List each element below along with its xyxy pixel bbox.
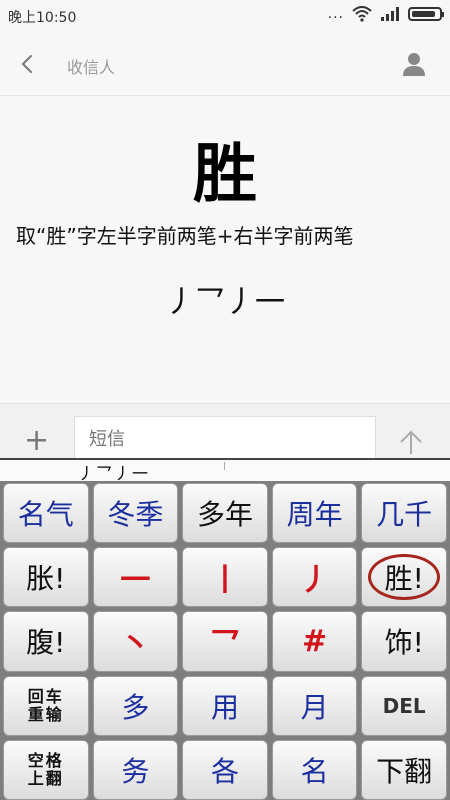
- key-10[interactable]: 腹!: [3, 611, 89, 672]
- key-label: 一: [120, 563, 151, 599]
- message-area: 胜 取“胜”字左半字前两笔+右半字前两笔 丿乛丿一: [0, 97, 450, 403]
- key-grid: 名气 冬季 多年 周年 几千 胀! 一丨丿胜! 腹! 丶乛 # 饰! 回车 重输多用月 DEL 空格 上翻务各…: [3, 483, 447, 800]
- key-label: 用: [210, 690, 239, 724]
- status-icons: ...: [327, 6, 444, 22]
- key-label: 胜!: [384, 562, 424, 596]
- key-15[interactable]: 回车 重输: [3, 675, 89, 736]
- key-label: 各: [210, 754, 239, 788]
- key-23[interactable]: 名: [271, 739, 358, 800]
- key-14[interactable]: 饰!: [361, 611, 447, 672]
- key-label: 丶: [120, 627, 151, 663]
- composition-strip: 丿乛丿一: [0, 458, 450, 483]
- signal-icon: [381, 7, 399, 21]
- key-label: 务: [121, 754, 150, 788]
- key-12[interactable]: 乛: [182, 611, 268, 672]
- input-hint-text: 取“胜”字左半字前两笔+右半字前两笔: [16, 224, 354, 248]
- key-11[interactable]: 丶: [92, 611, 179, 672]
- key-label: 空格: [27, 750, 64, 770]
- sms-input[interactable]: [74, 416, 376, 462]
- key-8[interactable]: 丿: [271, 547, 358, 608]
- key-label: 几千: [376, 498, 433, 532]
- key-20[interactable]: 空格 上翻: [3, 739, 89, 800]
- key-7[interactable]: 丨: [182, 547, 268, 608]
- key-label: 重输: [27, 704, 64, 724]
- back-chevron-icon[interactable]: [14, 50, 42, 78]
- battery-icon: [408, 7, 444, 21]
- stroke-input-keyboard: 丿乛丿一 名气 冬季 多年 周年 几千 胀! 一丨丿胜! 腹! 丶乛 # 饰! 回车 重输多用月 DEL 空…: [0, 458, 450, 800]
- key-2[interactable]: 多年: [182, 483, 268, 544]
- key-6[interactable]: 一: [92, 547, 179, 608]
- app-header: 收信人: [0, 32, 450, 96]
- contact-person-icon[interactable]: [400, 50, 428, 78]
- key-13[interactable]: #: [271, 611, 358, 672]
- key-5[interactable]: 胀!: [3, 547, 89, 608]
- more-dots-icon: ...: [327, 6, 344, 22]
- key-22[interactable]: 各: [182, 739, 268, 800]
- key-4[interactable]: 几千: [361, 483, 447, 544]
- key-17[interactable]: 用: [182, 675, 268, 736]
- key-label: 冬季: [107, 498, 164, 532]
- key-label: 乛: [209, 627, 240, 663]
- key-label: 饰!: [384, 626, 424, 660]
- key-18[interactable]: 月: [271, 675, 358, 736]
- key-label: 周年: [286, 498, 343, 532]
- composition-text: 丿乛丿一: [78, 464, 151, 483]
- key-label: 胀!: [26, 562, 66, 596]
- composition-cursor: [224, 462, 225, 470]
- key-16[interactable]: 多: [92, 675, 179, 736]
- status-bar: 晚上10:50 ...: [0, 0, 450, 32]
- key-label: 丿: [299, 563, 330, 599]
- key-label: 月: [300, 690, 329, 724]
- key-21[interactable]: 务: [92, 739, 179, 800]
- key-19[interactable]: DEL: [361, 675, 447, 736]
- compose-bar: +: [0, 403, 450, 462]
- recipient-title[interactable]: 收信人: [67, 54, 115, 78]
- key-label: 回车: [27, 686, 64, 706]
- key-label: DEL: [382, 693, 426, 718]
- target-character: 胜: [193, 137, 257, 212]
- key-label: 名气: [17, 498, 74, 532]
- key-label: 多年: [196, 498, 253, 532]
- key-label: 多: [121, 690, 150, 724]
- stroke-sequence: 丿乛丿一: [165, 285, 285, 320]
- key-label: 丨: [209, 563, 240, 599]
- key-label: 名: [300, 754, 329, 788]
- key-label: 腹!: [26, 626, 66, 660]
- key-0[interactable]: 名气: [3, 483, 89, 544]
- key-9[interactable]: 胜!: [361, 547, 447, 608]
- key-1[interactable]: 冬季: [92, 483, 179, 544]
- add-attachment-icon[interactable]: +: [24, 426, 49, 456]
- status-time: 晚上10:50: [8, 10, 77, 26]
- battery-level: [412, 11, 435, 17]
- key-label: 上翻: [27, 768, 64, 788]
- key-3[interactable]: 周年: [271, 483, 358, 544]
- send-arrow-icon[interactable]: [396, 428, 426, 458]
- key-24[interactable]: 下翻: [361, 739, 447, 800]
- key-label: #: [302, 623, 328, 659]
- key-label: 下翻: [376, 754, 433, 788]
- wifi-icon: [352, 6, 372, 22]
